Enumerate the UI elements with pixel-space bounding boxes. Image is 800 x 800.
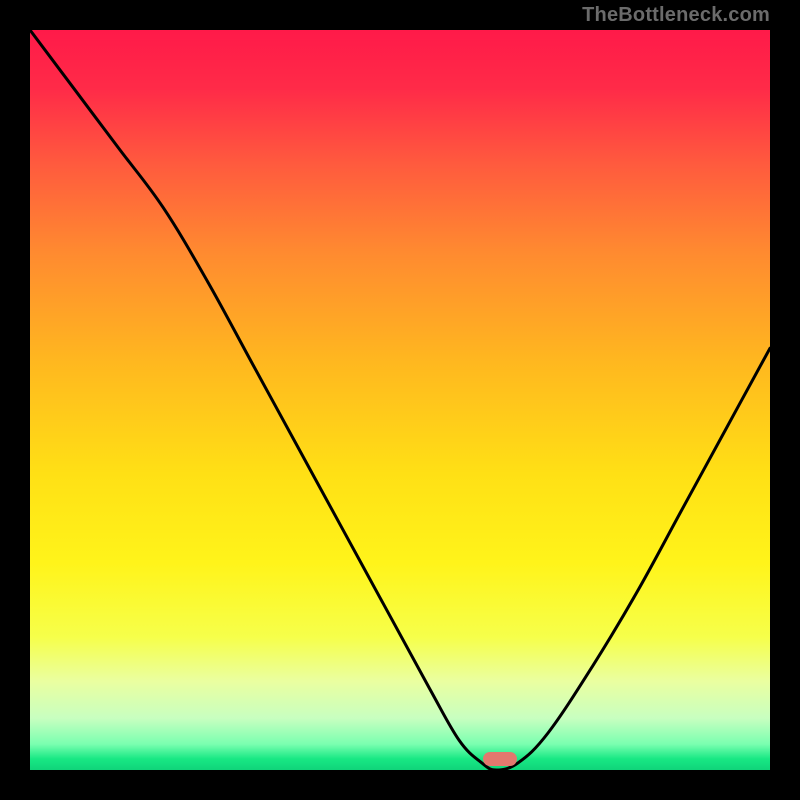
curve-layer [30, 30, 770, 770]
plot-area [30, 30, 770, 770]
bottleneck-curve [30, 30, 770, 770]
optimal-marker [483, 752, 517, 766]
watermark-text: TheBottleneck.com [582, 4, 770, 27]
chart-frame: TheBottleneck.com [0, 0, 800, 800]
